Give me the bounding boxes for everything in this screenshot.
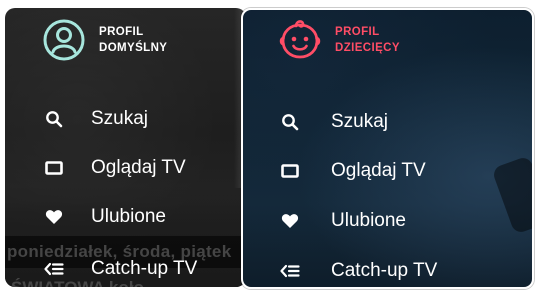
menu-item-search[interactable]: Szukaj [43, 108, 148, 130]
search-icon [43, 108, 65, 130]
menu-item-search[interactable]: Szukaj [279, 111, 388, 133]
menu-item-watch-tv[interactable]: Oglądaj TV [43, 157, 186, 179]
profile-switcher-default[interactable]: PROFIL DOMYŚLNY [41, 17, 167, 63]
heart-icon [43, 206, 65, 228]
menu-item-favourites[interactable]: Ulubione [43, 206, 166, 228]
kids-profile-panel: PROFIL DZIECIĘCY Szukaj Oglądaj TV Ulubi… [241, 8, 534, 289]
tv-icon [279, 160, 301, 182]
catchup-icon [43, 258, 65, 280]
menu-item-favourites[interactable]: Ulubione [279, 210, 406, 232]
profile-name-line1: PROFIL [335, 26, 380, 38]
menu-item-catchup[interactable]: Catch-up TV [43, 258, 197, 280]
menu-item-label: Ulubione [91, 206, 166, 227]
menu-item-label: Oglądaj TV [331, 160, 426, 181]
menu-item-label: Catch-up TV [91, 258, 198, 279]
profile-name-line2: DZIECIĘCY [335, 42, 400, 54]
catchup-icon [279, 260, 301, 282]
menu-item-label: Ulubione [331, 210, 406, 231]
tv-icon [43, 157, 65, 179]
profile-switcher-kids[interactable]: PROFIL DZIECIĘCY [277, 17, 400, 63]
background-image-shape [491, 155, 532, 235]
search-icon [279, 111, 301, 133]
profile-name-line2: DOMYŚLNY [99, 42, 168, 54]
profile-menu-comparison: poniedziałek, środa, piątek ŚWIATOWA koł… [0, 0, 536, 293]
profile-name-default: PROFIL DOMYŚLNY [99, 24, 167, 56]
child-face-icon [277, 17, 323, 63]
user-circle-icon [41, 17, 87, 63]
menu-item-label: Szukaj [91, 108, 149, 129]
default-profile-panel: poniedziałek, środa, piątek ŚWIATOWA koł… [5, 8, 246, 287]
menu-item-label: Oglądaj TV [91, 157, 186, 178]
profile-name-line1: PROFIL [99, 26, 144, 38]
profile-name-kids: PROFIL DZIECIĘCY [335, 24, 400, 56]
menu-item-label: Catch-up TV [331, 260, 438, 281]
heart-icon [279, 210, 301, 232]
menu-item-label: Szukaj [331, 111, 389, 132]
menu-item-catchup[interactable]: Catch-up TV [279, 260, 437, 282]
menu-item-watch-tv[interactable]: Oglądaj TV [279, 160, 426, 182]
